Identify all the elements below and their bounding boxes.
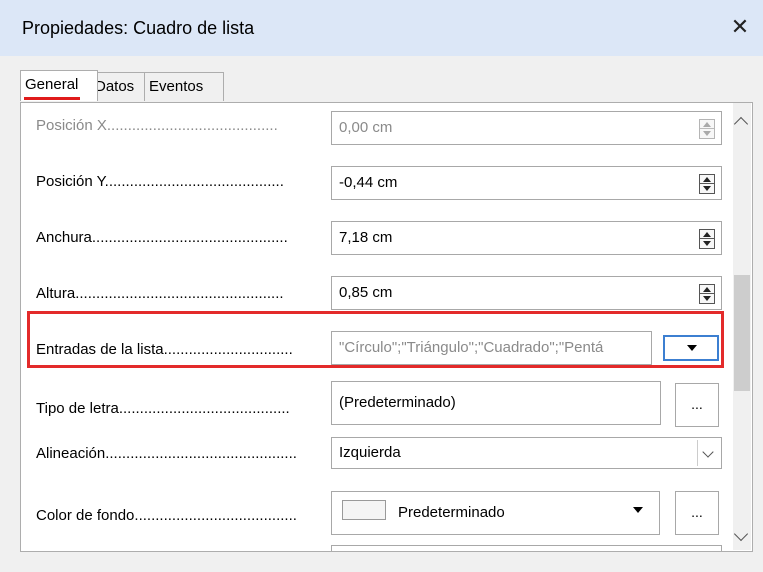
list-entries-value: "Círculo";"Triángulo";"Cuadrado";"Pentá xyxy=(339,339,604,356)
window-title: Propiedades: Cuadro de lista xyxy=(22,18,255,38)
height-spinner[interactable] xyxy=(699,284,715,304)
bg-color-label: Color de fondo..........................… xyxy=(36,507,297,524)
pos-x-spinner[interactable] xyxy=(699,119,715,139)
pos-y-field[interactable]: -0,44 cm xyxy=(331,166,722,200)
pos-y-label: Posición Y..............................… xyxy=(36,173,284,190)
font-label: Tipo de letra...........................… xyxy=(36,400,290,417)
list-entries-field[interactable]: "Círculo";"Triángulo";"Cuadrado";"Pentá xyxy=(331,331,652,365)
bg-color-more-button[interactable]: ... xyxy=(675,491,719,535)
chevron-down-icon[interactable] xyxy=(697,440,719,466)
tab-eventos-label: Eventos xyxy=(149,78,204,95)
properties-panel: Posición X..............................… xyxy=(20,102,753,552)
close-icon[interactable]: ✕ xyxy=(725,12,755,42)
active-tab-underline xyxy=(24,97,80,100)
scroll-down-icon[interactable] xyxy=(733,526,749,542)
dropdown-arrow-icon xyxy=(633,507,643,513)
height-value: 0,85 cm xyxy=(339,284,393,301)
alignment-value: Izquierda xyxy=(339,444,401,461)
tab-general-label: General xyxy=(25,76,79,93)
scroll-up-icon[interactable] xyxy=(733,116,749,132)
next-field-partial[interactable] xyxy=(331,545,722,551)
vertical-scrollbar[interactable] xyxy=(733,103,751,550)
scroll-thumb[interactable] xyxy=(734,275,750,391)
pos-x-label: Posición X..............................… xyxy=(36,117,278,134)
color-swatch xyxy=(342,500,386,520)
font-more-button[interactable]: ... xyxy=(675,383,719,427)
bg-color-value: Predeterminado xyxy=(398,504,505,521)
pos-x-field[interactable]: 0,00 cm xyxy=(331,111,722,145)
pos-y-spinner[interactable] xyxy=(699,174,715,194)
width-spinner[interactable] xyxy=(699,229,715,249)
width-label: Anchura.................................… xyxy=(36,229,288,246)
alignment-label: Alineación..............................… xyxy=(36,445,297,462)
tab-datos[interactable]: Datos xyxy=(90,72,152,101)
tab-datos-label: Datos xyxy=(95,78,135,95)
bg-color-dropdown[interactable]: Predeterminado xyxy=(331,491,660,535)
width-field[interactable]: 7,18 cm xyxy=(331,221,722,255)
pos-y-value: -0,44 cm xyxy=(339,174,398,191)
alignment-select[interactable]: Izquierda xyxy=(331,437,722,469)
title-bar: Propiedades: Cuadro de lista ✕ xyxy=(0,0,763,56)
dropdown-arrow-icon xyxy=(687,345,697,351)
height-field[interactable]: 0,85 cm xyxy=(331,276,722,310)
tab-eventos[interactable]: Eventos xyxy=(144,72,224,101)
list-entries-dropdown-button[interactable] xyxy=(663,335,719,361)
height-label: Altura..................................… xyxy=(36,285,284,302)
font-value: (Predeterminado) xyxy=(339,394,456,411)
pos-x-value: 0,00 cm xyxy=(339,119,393,136)
font-field[interactable]: (Predeterminado) xyxy=(331,381,661,425)
list-entries-label: Entradas de la lista....................… xyxy=(36,341,293,358)
width-value: 7,18 cm xyxy=(339,229,393,246)
